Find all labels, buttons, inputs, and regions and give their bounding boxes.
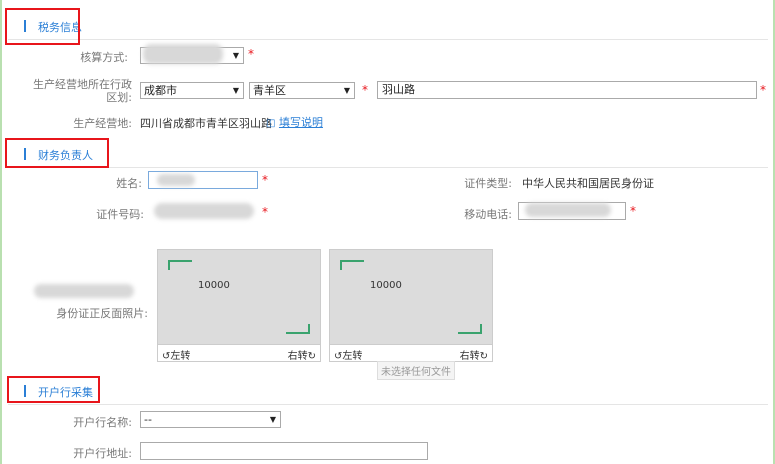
corner-mark: [340, 260, 364, 270]
chevron-down-icon: ▼: [232, 86, 239, 95]
phone-input[interactable]: [518, 202, 626, 220]
method-label: 核算方式:: [80, 51, 128, 64]
chevron-down-icon: ▼: [269, 415, 276, 424]
id-number-input[interactable]: [150, 203, 258, 221]
section-header-bank: 开户行采集: [8, 377, 768, 405]
highlight-box-bank: [7, 376, 100, 403]
rotate-right-icon: ↻: [479, 351, 488, 362]
id-photo-back[interactable]: 10000: [329, 249, 493, 345]
address-label: 生产经营地:: [73, 117, 132, 130]
redacted-value: [157, 174, 195, 186]
redacted-text: [34, 284, 134, 298]
corner-mark: [458, 324, 482, 334]
corner-mark: [286, 324, 310, 334]
redacted-value: [154, 203, 254, 219]
city-value: 成都市: [144, 84, 177, 97]
id-photo-front[interactable]: 10000: [157, 249, 321, 345]
bank-address-label: 开户行地址:: [73, 447, 132, 460]
photo-back-toolbar: ↺左转 右转↻: [329, 345, 493, 362]
district-select[interactable]: 青羊区 ▼: [249, 82, 355, 99]
bank-name-label: 开户行名称:: [73, 416, 132, 429]
district-value: 青羊区: [253, 84, 286, 97]
required-mark: *: [248, 47, 254, 61]
highlight-box-finance: [5, 138, 109, 168]
photo-front-toolbar: ↺左转 右转↻: [157, 345, 321, 362]
id-type-label: 证件类型:: [464, 177, 512, 190]
photo-front-value: 10000: [198, 280, 230, 291]
book-icon: ◫: [266, 118, 276, 129]
bank-address-input[interactable]: [140, 442, 428, 460]
bank-name-select[interactable]: -- ▼: [140, 411, 281, 428]
rotate-left-button[interactable]: ↺左转: [162, 347, 190, 362]
chevron-down-icon: ▼: [343, 86, 350, 95]
method-select[interactable]: ▼: [140, 44, 244, 64]
redacted-value: [525, 203, 611, 217]
fill-link-text: 填写说明: [278, 116, 323, 129]
name-input[interactable]: [148, 171, 258, 189]
fill-instructions-link[interactable]: ◫ 填写说明: [266, 114, 323, 130]
rotate-right-button[interactable]: 右转↻: [288, 347, 316, 362]
id-number-label: 证件号码:: [96, 208, 144, 221]
photo-back-value: 10000: [370, 280, 402, 291]
id-type-value: 中华人民共和国居民身份证: [522, 177, 654, 190]
required-mark: *: [630, 204, 636, 218]
street-input[interactable]: 羽山路: [377, 81, 757, 99]
chevron-down-icon: ▼: [232, 51, 239, 60]
required-mark: *: [262, 205, 268, 219]
phone-label: 移动电话:: [464, 208, 512, 221]
rotate-left-button[interactable]: ↺左转: [334, 347, 362, 362]
city-select[interactable]: 成都市 ▼: [140, 82, 244, 99]
photo-label: 身份证正反面照片:: [56, 307, 148, 320]
name-label: 姓名:: [116, 177, 142, 190]
section-header-tax: 税务信息: [8, 12, 768, 40]
required-mark: *: [262, 173, 268, 187]
address-value: 四川省成都市青羊区羽山路: [140, 117, 272, 130]
required-mark: *: [760, 83, 766, 97]
region-label: 生产经营地所在行政区划:: [33, 78, 132, 104]
bank-name-value: --: [144, 413, 152, 426]
rotate-right-icon: ↻: [307, 351, 316, 362]
required-mark: *: [362, 83, 368, 97]
highlight-box-tax: [5, 8, 80, 45]
rotate-right-button[interactable]: 右转↻: [460, 347, 488, 362]
redacted-value: [143, 44, 223, 64]
section-header-finance: 财务负责人: [8, 140, 768, 168]
corner-mark: [168, 260, 192, 270]
